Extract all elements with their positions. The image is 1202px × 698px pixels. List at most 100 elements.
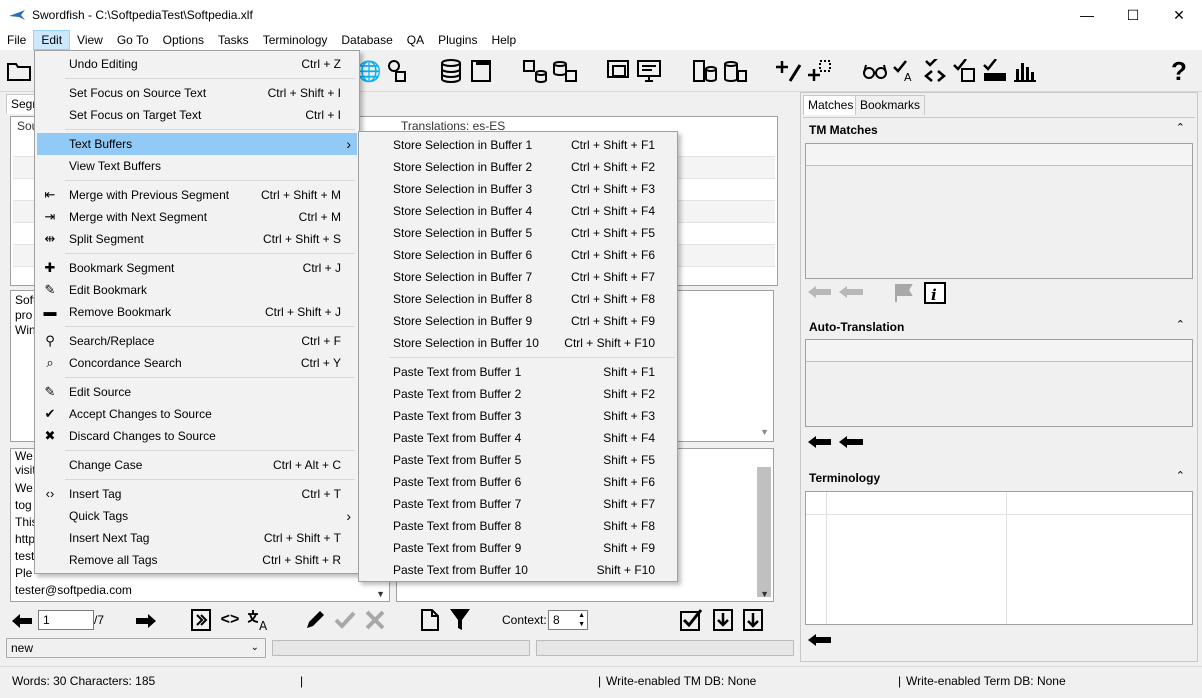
- menu-file[interactable]: File: [0, 30, 33, 50]
- menu-item-store-selection-in-buffer-1[interactable]: Store Selection in Buffer 1 Ctrl + Shift …: [361, 134, 675, 156]
- menu-options[interactable]: Options: [156, 30, 211, 50]
- arrow-down-box-icon[interactable]: [740, 608, 766, 632]
- scroll-down-icon[interactable]: ▼: [760, 427, 769, 437]
- menu-item-split-segment[interactable]: ⇹ Split Segment Ctrl + Shift + S: [37, 228, 357, 250]
- menu-item-store-selection-in-buffer-10[interactable]: Store Selection in Buffer 10 Ctrl + Shift…: [361, 332, 675, 354]
- menu-item-paste-text-from-buffer-8[interactable]: Paste Text from Buffer 8 Shift + F8: [361, 515, 675, 537]
- menu-item-store-selection-in-buffer-6[interactable]: Store Selection in Buffer 6 Ctrl + Shift …: [361, 244, 675, 266]
- insert-term-icon[interactable]: [807, 631, 833, 649]
- info-icon[interactable]: i: [923, 281, 947, 305]
- menu-item-paste-text-from-buffer-4[interactable]: Paste Text from Buffer 4 Shift + F4: [361, 427, 675, 449]
- tm-tools-icon[interactable]: [722, 58, 748, 84]
- scroll-down-icon[interactable]: ▼: [376, 589, 385, 599]
- menu-item-quick-tags[interactable]: Quick Tags ›: [37, 505, 357, 527]
- menu-tasks[interactable]: Tasks: [211, 30, 256, 50]
- menu-item-paste-text-from-buffer-3[interactable]: Paste Text from Buffer 3 Shift + F3: [361, 405, 675, 427]
- collapse-up-icon[interactable]: ⌃: [1176, 469, 1185, 482]
- menu-item-merge-with-previous-segment[interactable]: ⇤ Merge with Previous Segment Ctrl + Shift…: [37, 184, 357, 206]
- add-term-icon[interactable]: [776, 58, 802, 84]
- help-question-icon[interactable]: ?: [1166, 56, 1192, 86]
- maximize-button[interactable]: ☐: [1110, 0, 1156, 30]
- scroll-down-icon[interactable]: ▼: [760, 589, 769, 599]
- document-icon[interactable]: [468, 58, 494, 84]
- menu-item-paste-text-from-buffer-6[interactable]: Paste Text from Buffer 6 Shift + F6: [361, 471, 675, 493]
- menu-item-paste-text-from-buffer-5[interactable]: Paste Text from Buffer 5 Shift + F5: [361, 449, 675, 471]
- menu-item-text-buffers[interactable]: Text Buffers ›: [37, 133, 357, 155]
- confirm-check-icon[interactable]: [332, 608, 358, 632]
- statistics-chart-icon[interactable]: [1012, 58, 1038, 84]
- menu-item-insert-next-tag[interactable]: Insert Next Tag Ctrl + Shift + T: [37, 527, 357, 549]
- menu-item-store-selection-in-buffer-2[interactable]: Store Selection in Buffer 2 Ctrl + Shift …: [361, 156, 675, 178]
- spellcheck-icon[interactable]: A: [892, 58, 918, 84]
- spinner-arrows-icon[interactable]: ▲ ▼: [578, 611, 585, 629]
- menu-item-paste-text-from-buffer-9[interactable]: Paste Text from Buffer 9 Shift + F9: [361, 537, 675, 559]
- menu-item-change-case[interactable]: Change Case Ctrl + Alt + C: [37, 454, 357, 476]
- previous-match-icon[interactable]: [807, 283, 865, 301]
- filter-icon[interactable]: [448, 608, 472, 632]
- menu-item-bookmark-segment[interactable]: ✚ Bookmark Segment Ctrl + J: [37, 257, 357, 279]
- edit-pencil-icon[interactable]: [302, 608, 328, 632]
- collapse-up-icon[interactable]: ⌃: [1176, 121, 1185, 134]
- menu-view[interactable]: View: [70, 30, 110, 50]
- concordance-icon[interactable]: [384, 58, 410, 84]
- copy-source-icon[interactable]: [190, 608, 212, 632]
- tab-matches[interactable]: Matches: [803, 95, 859, 115]
- download-next-icon[interactable]: [710, 608, 736, 632]
- menu-item-set-focus-on-source-text[interactable]: Set Focus on Source Text Ctrl + Shift + I: [37, 82, 357, 104]
- menu-qa[interactable]: QA: [400, 30, 431, 50]
- window-swap-icon[interactable]: [606, 58, 632, 84]
- tab-bookmarks[interactable]: Bookmarks: [855, 95, 926, 115]
- new-page-icon[interactable]: [418, 608, 442, 632]
- previous-arrow-icon[interactable]: [10, 610, 34, 632]
- menu-item-paste-text-from-buffer-10[interactable]: Paste Text from Buffer 10 Shift + F10: [361, 559, 675, 581]
- menu-item-paste-text-from-buffer-1[interactable]: Paste Text from Buffer 1 Shift + F1: [361, 361, 675, 383]
- menu-item-undo-editing[interactable]: Undo Editing Ctrl + Z: [37, 53, 357, 75]
- segment-check-icon[interactable]: [952, 58, 978, 84]
- menu-item-store-selection-in-buffer-9[interactable]: Store Selection in Buffer 9 Ctrl + Shift …: [361, 310, 675, 332]
- import-tm-icon[interactable]: [522, 58, 548, 84]
- tags-icon[interactable]: <>: [218, 608, 242, 632]
- menu-item-accept-changes-to-source[interactable]: ✔ Accept Changes to Source: [37, 403, 357, 425]
- glasses-icon[interactable]: [862, 58, 888, 84]
- menu-item-set-focus-on-target-text[interactable]: Set Focus on Target Text Ctrl + I: [37, 104, 357, 126]
- menu-item-store-selection-in-buffer-8[interactable]: Store Selection in Buffer 8 Ctrl + Shift …: [361, 288, 675, 310]
- pretranslate-icon[interactable]: [692, 58, 718, 84]
- menu-help[interactable]: Help: [484, 30, 523, 50]
- menu-item-store-selection-in-buffer-4[interactable]: Store Selection in Buffer 4 Ctrl + Shift …: [361, 200, 675, 222]
- context-spinner[interactable]: 8 ▲ ▼: [548, 610, 588, 630]
- menu-item-edit-bookmark[interactable]: ✎ Edit Bookmark: [37, 279, 357, 301]
- menu-terminology[interactable]: Terminology: [256, 30, 335, 50]
- close-button[interactable]: ✕: [1156, 0, 1202, 30]
- menu-go-to[interactable]: Go To: [110, 30, 156, 50]
- open-folder-icon[interactable]: [6, 58, 32, 84]
- menu-item-store-selection-in-buffer-3[interactable]: Store Selection in Buffer 3 Ctrl + Shift …: [361, 178, 675, 200]
- page-number-input[interactable]: 1: [38, 610, 94, 630]
- database-icon[interactable]: [438, 58, 464, 84]
- apply-translation-icon[interactable]: [807, 433, 865, 451]
- menu-item-store-selection-in-buffer-5[interactable]: Store Selection in Buffer 5 Ctrl + Shift …: [361, 222, 675, 244]
- menu-item-view-text-buffers[interactable]: View Text Buffers: [37, 155, 357, 177]
- menu-item-merge-with-next-segment[interactable]: ⇥ Merge with Next Segment Ctrl + M: [37, 206, 357, 228]
- export-tm-icon[interactable]: [552, 58, 578, 84]
- monitor-icon[interactable]: [636, 58, 662, 84]
- tag-check-icon[interactable]: [922, 58, 948, 84]
- machine-translate-icon[interactable]: A: [246, 608, 272, 632]
- cancel-x-icon[interactable]: [362, 608, 388, 632]
- collapse-up-icon[interactable]: ⌃: [1176, 318, 1185, 331]
- menu-plugins[interactable]: Plugins: [431, 30, 484, 50]
- minimize-button[interactable]: —: [1064, 0, 1110, 30]
- menu-item-edit-source[interactable]: ✎ Edit Source: [37, 381, 357, 403]
- segment-status-select[interactable]: new ⌄: [6, 638, 266, 658]
- segment-line[interactable]: tester@softpedia.com: [15, 583, 132, 600]
- menu-edit[interactable]: Edit: [33, 30, 71, 50]
- term-list-icon[interactable]: [806, 58, 832, 84]
- menu-item-insert-tag[interactable]: ‹› Insert Tag Ctrl + T: [37, 483, 357, 505]
- menu-item-paste-text-from-buffer-2[interactable]: Paste Text from Buffer 2 Shift + F2: [361, 383, 675, 405]
- menu-item-search-replace[interactable]: ⚲ Search/Replace Ctrl + F: [37, 330, 357, 352]
- next-arrow-icon[interactable]: [132, 610, 160, 632]
- menu-database[interactable]: Database: [334, 30, 399, 50]
- flag-icon[interactable]: [893, 283, 915, 303]
- menu-item-concordance-search[interactable]: ⌕ Concordance Search Ctrl + Y: [37, 352, 357, 374]
- length-check-icon[interactable]: [982, 58, 1008, 84]
- menu-item-discard-changes-to-source[interactable]: ✖ Discard Changes to Source: [37, 425, 357, 447]
